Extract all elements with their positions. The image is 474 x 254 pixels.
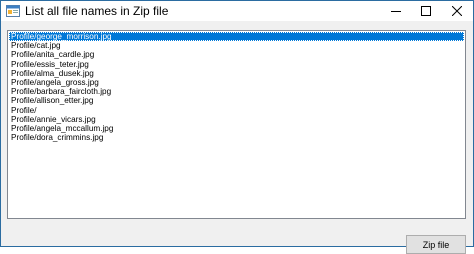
form-icon [6,5,20,17]
list-item[interactable]: Profile/ [9,106,464,115]
form-client-area: Profile/george_morrison.jpg Profile/cat.… [1,21,473,254]
zip-file-button[interactable]: Zip file [406,235,466,254]
file-names-list: Profile/george_morrison.jpg Profile/cat.… [8,31,465,142]
application-window: List all file names in Zip file Profile/… [0,0,474,254]
window-title: List all file names in Zip file [25,4,169,18]
maximize-icon [421,6,431,16]
list-item[interactable]: Profile/essis_teter.jpg [9,60,464,69]
minimize-button[interactable] [381,1,411,21]
list-item[interactable]: Profile/anita_cardle.jpg [9,50,464,59]
minimize-icon [391,11,401,12]
close-button[interactable] [441,1,473,21]
list-item[interactable]: Profile/barbara_faircloth.jpg [9,87,464,96]
list-item[interactable]: Profile/alma_dusek.jpg [9,69,464,78]
list-item[interactable]: Profile/allison_etter.jpg [9,96,464,105]
list-item[interactable]: Profile/angela_gross.jpg [9,78,464,87]
list-item[interactable]: Profile/dora_crimmins.jpg [9,133,464,142]
file-names-listbox[interactable]: Profile/george_morrison.jpg Profile/cat.… [7,30,466,219]
list-item[interactable]: Profile/annie_vicars.jpg [9,115,464,124]
list-item[interactable]: Profile/cat.jpg [9,41,464,50]
close-icon [452,6,462,16]
maximize-button[interactable] [411,1,441,21]
title-bar[interactable]: List all file names in Zip file [1,1,473,21]
list-item-selected[interactable]: Profile/george_morrison.jpg [9,32,464,42]
list-item[interactable]: Profile/angela_mccallum.jpg [9,124,464,133]
